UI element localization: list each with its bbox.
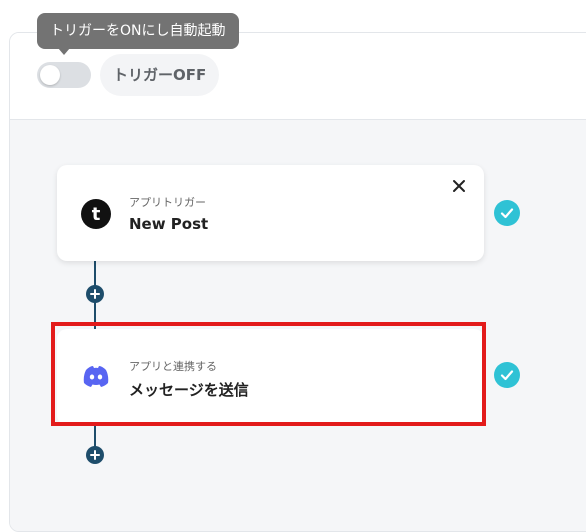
step-card-trigger[interactable]: t アプリトリガー New Post: [57, 165, 484, 261]
step-title: メッセージを送信: [129, 381, 249, 399]
step-completed-check-icon: [494, 200, 520, 226]
discord-icon: [81, 361, 111, 391]
add-step-button[interactable]: [86, 446, 104, 464]
step-completed-check-icon: [494, 362, 520, 388]
step-title: New Post: [129, 215, 209, 233]
add-step-button[interactable]: [86, 285, 104, 303]
trigger-toggle[interactable]: [37, 62, 91, 88]
tooltip-arrow: [58, 48, 70, 55]
close-icon[interactable]: [452, 178, 466, 192]
step-label: アプリと連携する: [129, 360, 217, 373]
tumblr-icon: t: [81, 199, 111, 229]
step-label: アプリトリガー: [129, 196, 206, 209]
toggle-tooltip: トリガーをONにし自動起動: [37, 13, 239, 49]
toggle-knob: [40, 65, 60, 85]
svg-text:t: t: [92, 204, 101, 225]
step-card-action[interactable]: アプリと連携する メッセージを送信: [57, 329, 484, 425]
trigger-status-label: トリガーOFF: [100, 54, 220, 96]
